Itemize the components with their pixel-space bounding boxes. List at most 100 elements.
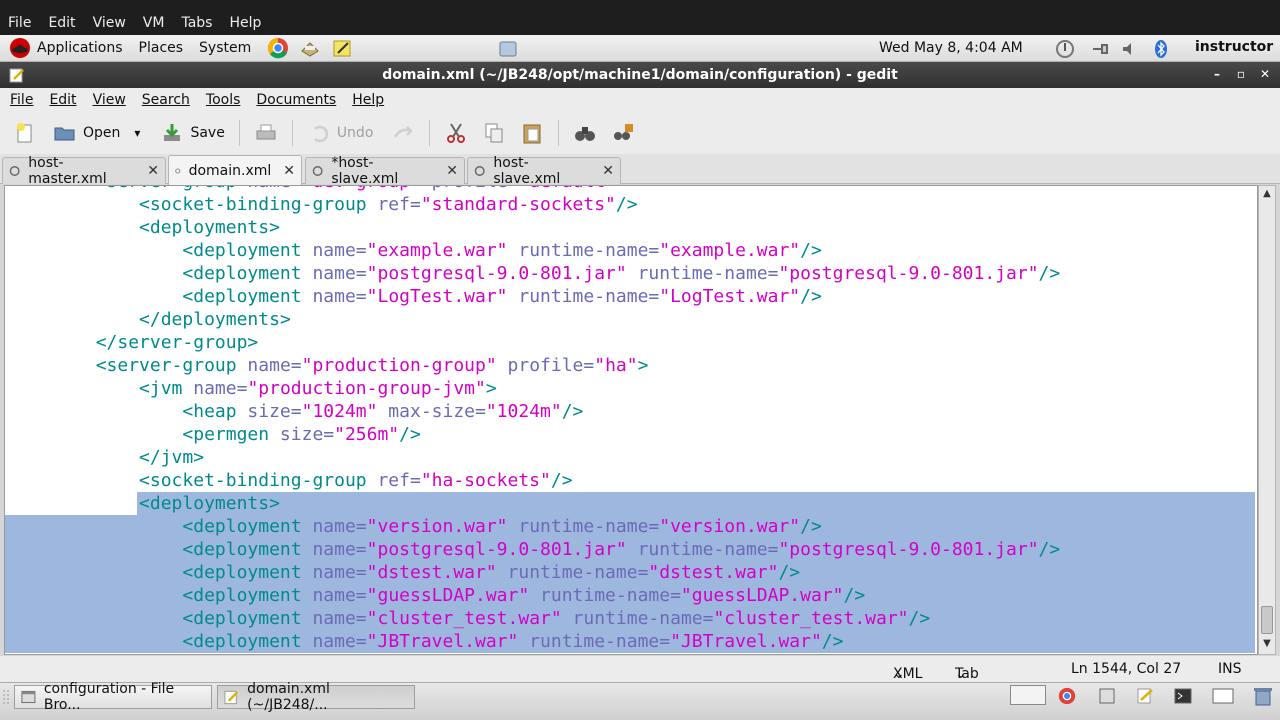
close-window-icon[interactable]: ✕ <box>1258 67 1272 81</box>
code-line[interactable]: </jvm> <box>5 446 1255 469</box>
open-label: Open <box>83 125 121 141</box>
code-line[interactable]: <deployment name="guessLDAP.war" runtime… <box>5 584 1255 607</box>
redo-button[interactable] <box>387 117 419 149</box>
menu-tools[interactable]: Tools <box>206 92 241 108</box>
menu-search[interactable]: Search <box>142 92 190 108</box>
vm-menu-help[interactable]: Help <box>229 15 261 31</box>
code-line[interactable]: <permgen size="256m"/> <box>5 423 1255 446</box>
code-line[interactable]: <socket-binding-group ref="ha-sockets"/> <box>5 469 1255 492</box>
panel-menu-places[interactable]: Places <box>139 40 184 56</box>
maximize-icon[interactable]: ▫ <box>1234 67 1248 81</box>
code-line[interactable]: <deployment name="cluster_test.war" runt… <box>5 607 1255 630</box>
code-line[interactable]: <deployments> <box>5 216 1255 239</box>
close-tab-icon[interactable]: ✕ <box>147 163 159 179</box>
wired-network-icon[interactable] <box>1090 39 1110 59</box>
panel-user-name[interactable]: instructor <box>1195 39 1273 55</box>
tab-host-master[interactable]: host-master.xml ✕ <box>2 155 166 187</box>
vm-menu-vm[interactable]: VM <box>143 15 165 31</box>
terminal-taskbar-icon[interactable] <box>1174 687 1192 705</box>
panel-menu-applications[interactable]: Applications <box>37 40 123 56</box>
code-line[interactable]: <heap size="1024m" max-size="1024m"/> <box>5 400 1255 423</box>
show-desktop-icon[interactable] <box>498 39 518 59</box>
code-line[interactable]: <jvm name="production-group-jvm"> <box>5 377 1255 400</box>
close-tab-icon[interactable]: ✕ <box>283 163 295 179</box>
file-manager-taskbar-icon[interactable] <box>1098 687 1116 705</box>
undo-icon <box>313 125 328 143</box>
toolbar-separator <box>238 120 240 146</box>
mail-launcher-icon[interactable] <box>299 37 321 59</box>
tab-domain[interactable]: domain.xml ✕ <box>168 155 302 185</box>
vm-menu-view[interactable]: View <box>93 15 126 31</box>
open-dropdown-chevron-icon[interactable]: ▾ <box>134 126 140 140</box>
text-editor[interactable]: <server-group name="dev-group" profile="… <box>4 185 1258 655</box>
code-line[interactable]: <deployments> <box>5 492 1255 515</box>
insert-mode: INS <box>1218 661 1242 677</box>
menu-documents[interactable]: Documents <box>256 92 336 108</box>
panel-clock[interactable]: Wed May 8, 4:04 AM <box>879 40 1023 56</box>
code-line[interactable]: <deployment name="LogTest.war" runtime-n… <box>5 285 1255 308</box>
vertical-scrollbar[interactable]: ▲ ▼ <box>1258 185 1276 655</box>
redhat-logo-icon[interactable] <box>9 37 31 59</box>
code-line[interactable]: <deployment name="version.war" runtime-n… <box>5 515 1255 538</box>
cut-icon <box>447 123 466 143</box>
tab-host-slave-modified[interactable]: *host-slave.xml ✕ <box>305 155 465 187</box>
code-line[interactable]: <socket-binding-group ref="standard-sock… <box>5 193 1255 216</box>
chrome-launcher-icon[interactable] <box>267 37 289 59</box>
code-line[interactable]: <server-group name="dev-group" profile="… <box>5 186 1255 193</box>
network-status-icon[interactable] <box>1055 39 1075 59</box>
scroll-up-arrow-icon[interactable]: ▲ <box>1261 188 1273 200</box>
save-button[interactable]: Save <box>156 117 228 149</box>
notes-launcher-icon[interactable] <box>331 37 353 59</box>
code-line[interactable]: </server-group> <box>5 331 1255 354</box>
copy-button[interactable] <box>478 117 510 149</box>
vm-menu-tabs[interactable]: Tabs <box>181 15 212 31</box>
code-line[interactable]: <deployment name="postgresql-9.0-801.jar… <box>5 262 1255 285</box>
find-button[interactable] <box>569 117 601 149</box>
menu-file[interactable]: File <box>10 92 33 108</box>
minimize-icon[interactable]: – <box>1210 67 1224 81</box>
menu-help[interactable]: Help <box>352 92 384 108</box>
bluetooth-icon[interactable] <box>1151 39 1171 59</box>
workspace-1[interactable] <box>1010 685 1046 705</box>
code-line[interactable]: <deployment name="dstest.war" runtime-na… <box>5 561 1255 584</box>
tab-host-slave[interactable]: host-slave.xml ✕ <box>467 155 621 187</box>
paste-button[interactable] <box>516 117 548 149</box>
chevron-down-icon: ⌄ <box>955 666 967 682</box>
vm-menu-file[interactable]: File <box>8 15 31 31</box>
toolbar-separator <box>429 120 431 146</box>
menu-view[interactable]: View <box>93 92 126 108</box>
find-replace-button[interactable] <box>607 117 639 149</box>
document-icon <box>9 166 20 176</box>
print-button[interactable] <box>250 117 282 149</box>
find-replace-icon <box>614 124 634 140</box>
taskbar-item-file-browser[interactable]: configuration - File Bro... <box>14 681 212 713</box>
open-button[interactable]: Open ▾ <box>49 117 144 149</box>
code-line[interactable]: <server-group name="production-group" pr… <box>5 354 1255 377</box>
taskbar-item-gedit[interactable]: domain.xml (~/JB248/... <box>217 681 415 713</box>
scroll-down-arrow-icon[interactable]: ▼ <box>1261 638 1273 650</box>
window-title-bar[interactable]: domain.xml (~/JB248/opt/machine1/domain/… <box>0 62 1280 88</box>
undo-button[interactable]: Undo <box>303 117 378 149</box>
vm-menu-edit[interactable]: Edit <box>48 15 75 31</box>
toolbar-separator <box>291 120 293 146</box>
volume-icon[interactable] <box>1120 39 1140 59</box>
close-tab-icon[interactable]: ✕ <box>446 163 458 179</box>
scrollbar-thumb[interactable] <box>1261 606 1273 634</box>
code-line[interactable]: <deployment name="postgresql-9.0-801.jar… <box>5 538 1255 561</box>
new-document-icon <box>17 123 32 143</box>
window-taskbar-icon[interactable] <box>1212 687 1234 705</box>
code-line[interactable]: <deployment name="example.war" runtime-n… <box>5 239 1255 262</box>
menu-edit[interactable]: Edit <box>49 92 76 108</box>
save-label: Save <box>190 125 225 141</box>
panel-menu-system[interactable]: System <box>199 40 251 56</box>
code-line[interactable]: <deployment name="JBTravel.war" runtime-… <box>5 630 1255 653</box>
status-bar: XML ⌄ Tab Width: 8 ⌄ Ln 1544, Col 27 INS <box>0 656 1280 714</box>
chrome-taskbar-icon[interactable] <box>1058 687 1076 705</box>
undo-label: Undo <box>336 125 374 141</box>
cut-button[interactable] <box>440 117 472 149</box>
editor-taskbar-icon[interactable] <box>1136 687 1154 705</box>
new-document-button[interactable] <box>9 117 41 149</box>
trash-icon[interactable] <box>1252 686 1274 706</box>
code-line[interactable]: </deployments> <box>5 308 1255 331</box>
close-tab-icon[interactable]: ✕ <box>602 163 614 179</box>
